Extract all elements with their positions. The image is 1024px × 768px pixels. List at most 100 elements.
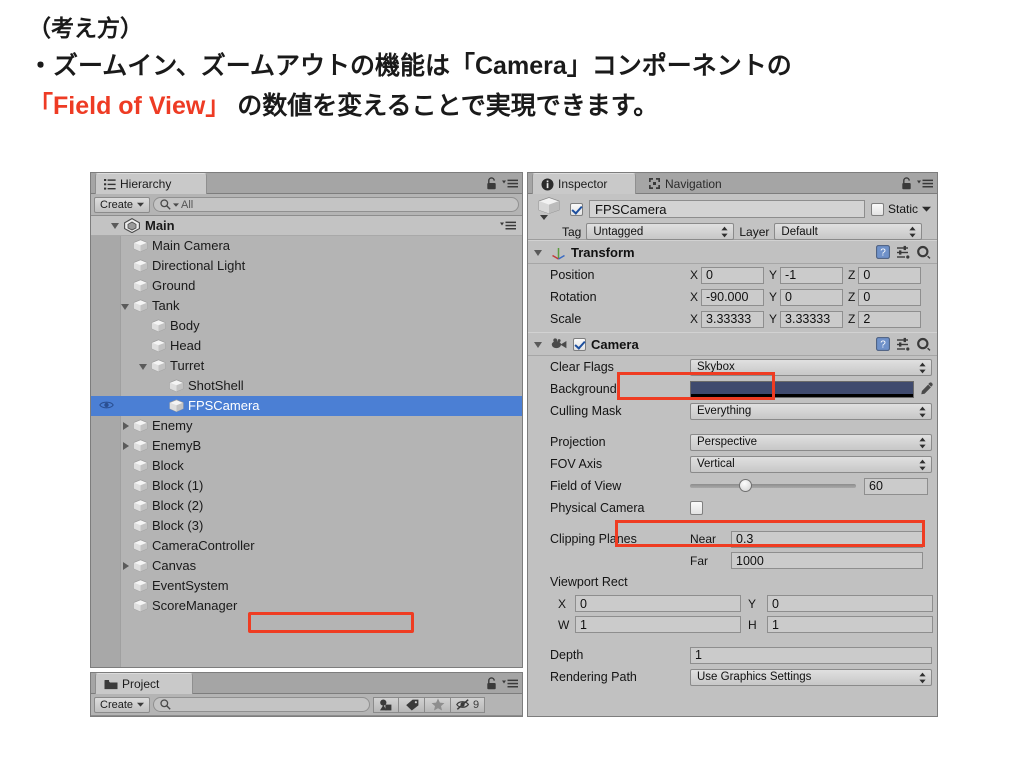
property-dropdown[interactable]: Skybox bbox=[690, 358, 932, 376]
hierarchy-row[interactable]: Tank bbox=[91, 296, 522, 316]
hierarchy-row[interactable]: Block bbox=[91, 456, 522, 476]
fov-value-input[interactable]: 60 bbox=[864, 477, 928, 495]
property-dropdown[interactable]: Use Graphics Settings bbox=[690, 668, 932, 686]
hierarchy-row[interactable]: Block (1) bbox=[91, 476, 522, 496]
viewport-y-input[interactable]: 0 bbox=[767, 595, 933, 612]
hierarchy-row[interactable]: Head bbox=[91, 336, 522, 356]
chevron-down-icon[interactable] bbox=[534, 339, 545, 350]
hierarchy-create-button[interactable]: Create bbox=[94, 196, 151, 213]
help-book-icon[interactable]: ? bbox=[876, 337, 890, 351]
shapes-filter-icon[interactable] bbox=[373, 696, 400, 713]
slider-track[interactable] bbox=[690, 484, 856, 488]
inspector-tab-right bbox=[901, 173, 933, 194]
property-dropdown[interactable]: Vertical bbox=[690, 455, 932, 473]
gear-icon[interactable] bbox=[916, 245, 931, 259]
tag-dropdown[interactable]: Untagged bbox=[586, 223, 735, 240]
hierarchy-row[interactable]: Directional Light bbox=[91, 256, 522, 276]
property-dropdown[interactable]: Everything bbox=[690, 402, 932, 420]
hierarchy-row[interactable]: Turret bbox=[91, 356, 522, 376]
transform-z-input[interactable]: 0 bbox=[858, 288, 922, 306]
hierarchy-search-input[interactable]: All bbox=[153, 197, 519, 212]
eyedropper-icon[interactable] bbox=[920, 382, 934, 396]
transform-z-input[interactable]: 0 bbox=[858, 266, 922, 284]
chevron-down-icon[interactable] bbox=[534, 247, 545, 258]
hierarchy-row[interactable]: Body bbox=[91, 316, 522, 336]
hierarchy-row[interactable]: Enemy bbox=[91, 416, 522, 436]
physical-camera-checkbox[interactable] bbox=[690, 501, 703, 515]
static-toggle[interactable]: Static bbox=[870, 202, 931, 216]
star-favorite-icon[interactable] bbox=[425, 696, 452, 713]
camera-enabled-checkbox[interactable] bbox=[573, 337, 586, 351]
fov-slider[interactable] bbox=[690, 479, 856, 492]
transform-x-input[interactable]: 0 bbox=[701, 266, 765, 284]
updown-arrows-icon bbox=[919, 406, 926, 418]
slider-handle[interactable] bbox=[738, 479, 752, 492]
gear-icon[interactable] bbox=[916, 337, 931, 351]
transform-x-input[interactable]: 3.33333 bbox=[701, 310, 765, 328]
far-input[interactable]: 1000 bbox=[731, 552, 923, 569]
chevron-right-icon[interactable] bbox=[121, 421, 132, 432]
layer-dropdown[interactable]: Default bbox=[774, 223, 923, 240]
static-checkbox[interactable] bbox=[870, 202, 884, 216]
hierarchy-row[interactable]: ScoreManager bbox=[91, 596, 522, 616]
preset-sliders-icon[interactable] bbox=[896, 245, 910, 259]
component-header-transform[interactable]: Transform ? bbox=[528, 240, 937, 264]
hamburger-menu-icon[interactable] bbox=[917, 178, 933, 189]
near-input[interactable]: 0.3 bbox=[731, 530, 923, 548]
project-search-input[interactable] bbox=[153, 697, 371, 712]
hierarchy-row[interactable]: EnemyB bbox=[91, 436, 522, 456]
tab-inspector[interactable]: Inspector bbox=[532, 173, 636, 194]
hidden-eye-filter-button[interactable]: 9 bbox=[451, 696, 486, 713]
tab-hierarchy[interactable]: Hierarchy bbox=[95, 173, 207, 194]
hierarchy-row[interactable]: Ground bbox=[91, 276, 522, 296]
hierarchy-row-selected[interactable]: FPSCamera bbox=[91, 396, 522, 416]
viewport-h-label: H bbox=[748, 617, 757, 632]
chevron-right-icon[interactable] bbox=[121, 561, 132, 572]
property-dropdown[interactable]: Perspective bbox=[690, 433, 932, 451]
chevron-down-icon[interactable] bbox=[139, 361, 150, 372]
viewport-w-input[interactable]: 1 bbox=[575, 616, 741, 633]
hierarchy-row[interactable]: Main Camera bbox=[91, 236, 522, 256]
hierarchy-row[interactable]: Block (2) bbox=[91, 496, 522, 516]
scene-menu-icon[interactable] bbox=[500, 220, 516, 231]
hamburger-menu-icon[interactable] bbox=[502, 178, 518, 189]
hierarchy-root-scene[interactable]: Main bbox=[91, 216, 522, 236]
tab-inspector-label: Inspector bbox=[558, 177, 608, 191]
lock-icon[interactable] bbox=[901, 177, 912, 190]
label-tag-icon[interactable] bbox=[399, 696, 426, 713]
transform-y-input[interactable]: 3.33333 bbox=[780, 310, 844, 328]
arrow-placeholder bbox=[121, 261, 132, 272]
tab-navigation[interactable]: Navigation bbox=[640, 173, 732, 194]
transform-x-input[interactable]: -90.000 bbox=[701, 288, 765, 306]
visibility-eye-icon[interactable] bbox=[99, 399, 114, 412]
chevron-down-icon[interactable] bbox=[922, 206, 931, 212]
hierarchy-row[interactable]: EventSystem bbox=[91, 576, 522, 596]
chevron-down-icon[interactable] bbox=[121, 301, 132, 312]
slide-line-2: ・ズームイン、ズームアウトの機能は「Camera」コンポーネントの bbox=[28, 52, 792, 80]
hierarchy-row[interactable]: ShotShell bbox=[91, 376, 522, 396]
transform-y-input[interactable]: -1 bbox=[780, 266, 844, 284]
help-book-icon[interactable]: ? bbox=[876, 245, 890, 259]
viewport-h-input[interactable]: 1 bbox=[767, 616, 933, 633]
hierarchy-row[interactable]: Canvas bbox=[91, 556, 522, 576]
transform-y-input[interactable]: 0 bbox=[780, 288, 844, 306]
tab-project[interactable]: Project bbox=[95, 673, 193, 694]
gameobject-enabled-checkbox[interactable] bbox=[570, 202, 583, 216]
transform-z-input[interactable]: 2 bbox=[858, 310, 922, 328]
project-create-button[interactable]: Create bbox=[94, 696, 151, 713]
hamburger-menu-icon[interactable] bbox=[502, 678, 518, 689]
background-color-swatch[interactable] bbox=[690, 380, 914, 398]
component-header-camera[interactable]: Camera ? bbox=[528, 332, 937, 356]
chevron-right-icon[interactable] bbox=[121, 441, 132, 452]
lock-icon[interactable] bbox=[486, 677, 497, 690]
chevron-down-icon[interactable] bbox=[111, 220, 122, 231]
lock-icon[interactable] bbox=[486, 177, 497, 190]
hierarchy-create-label: Create bbox=[100, 198, 134, 211]
hierarchy-row[interactable]: CameraController bbox=[91, 536, 522, 556]
depth-input[interactable]: 1 bbox=[690, 646, 932, 664]
preset-sliders-icon[interactable] bbox=[896, 337, 910, 351]
viewport-x-input[interactable]: 0 bbox=[575, 595, 741, 612]
gameobject-name-input[interactable]: FPSCamera bbox=[589, 200, 865, 218]
hierarchy-tree[interactable]: Main Main Camera Directional Light Ground T… bbox=[91, 216, 522, 667]
hierarchy-row[interactable]: Block (3) bbox=[91, 516, 522, 536]
